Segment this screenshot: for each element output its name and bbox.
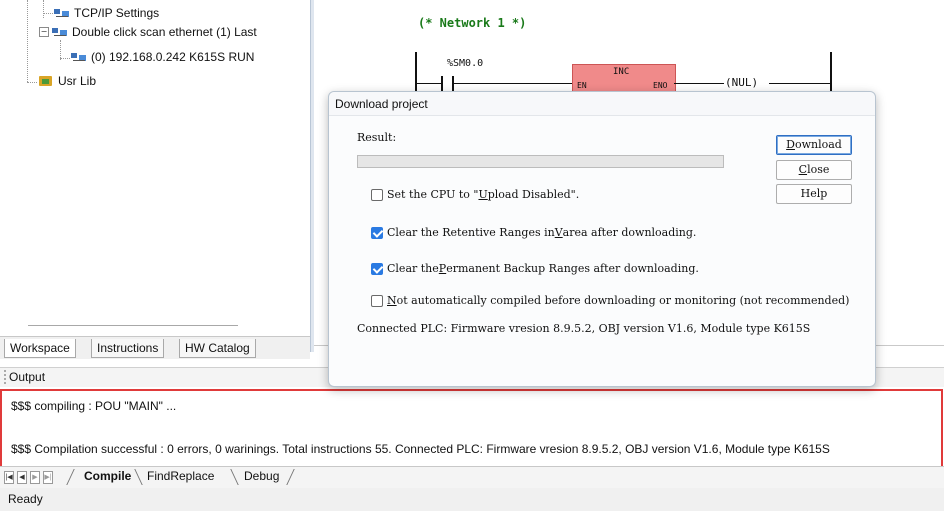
power-rail-left xyxy=(415,52,417,96)
block-eno: ENO xyxy=(653,81,668,90)
tree-item-label: TCP/IP Settings xyxy=(74,6,160,20)
tab-findreplace[interactable]: FindReplace xyxy=(147,469,214,483)
connected-plc-info: Connected PLC: Firmware vresion 8.9.5.2,… xyxy=(357,322,811,335)
coil[interactable]: (NUL) xyxy=(725,76,758,89)
result-label: Result: xyxy=(357,131,397,144)
tree-item-label: Usr Lib xyxy=(58,74,97,88)
inc-block[interactable]: INC EN ENO xyxy=(572,64,676,94)
output-tabbar: |◀ ◀ ▶ ▶| Compile FindReplace Debug xyxy=(0,466,944,488)
network-title: (* Network 1 *) xyxy=(418,16,527,30)
close-button[interactable]: Close xyxy=(776,160,852,180)
collapse-icon[interactable]: − xyxy=(39,27,49,37)
output-title: Output xyxy=(9,370,46,384)
project-tree: TCP/IP Settings − Double click scan ethe… xyxy=(0,0,310,326)
tab-workspace[interactable]: Workspace xyxy=(4,339,76,358)
dialog-title: Download project xyxy=(329,92,875,116)
tree-item-scan-ethernet[interactable]: − Double click scan ethernet (1) Last xyxy=(39,24,257,40)
tree-item-usr-lib[interactable]: Usr Lib xyxy=(38,73,96,89)
network-icon xyxy=(52,26,68,38)
block-en: EN xyxy=(577,81,587,90)
checkbox-upload-disabled[interactable] xyxy=(371,189,383,201)
tree-item-plc[interactable]: (0) 192.168.0.242 K615S RUN xyxy=(71,49,254,65)
library-icon xyxy=(38,75,54,87)
tab-instructions[interactable]: Instructions xyxy=(91,339,165,358)
log-line: $$$ Compilation successful : 0 errors, 0… xyxy=(11,442,830,456)
network-icon xyxy=(71,51,87,63)
tab-hw-catalog[interactable]: HW Catalog xyxy=(179,339,256,358)
log-line: $$$ compiling : POU "MAIN" ... xyxy=(11,399,177,413)
horizontal-scrollbar[interactable] xyxy=(28,325,238,326)
option-upload-disabled[interactable]: Set the CPU to " Upload Disabled". xyxy=(371,187,579,203)
tree-item-label: (0) 192.168.0.242 K615S RUN xyxy=(91,50,255,64)
first-tab-icon[interactable]: |◀ xyxy=(4,471,14,484)
contact-left[interactable] xyxy=(441,76,443,91)
tab-compile[interactable]: Compile xyxy=(84,469,131,483)
status-text: Ready xyxy=(8,492,43,506)
grip-icon[interactable] xyxy=(4,370,8,384)
prev-tab-icon[interactable]: ◀ xyxy=(17,471,27,484)
network-icon xyxy=(54,7,70,19)
option-not-auto-compile[interactable]: Not automatically compiled before downlo… xyxy=(371,293,849,309)
workspace-tabbar: Workspace Instructions HW Catalog xyxy=(0,336,310,359)
status-bar: Ready xyxy=(0,488,944,511)
tree-item-label: Double click scan ethernet (1) Last xyxy=(72,25,257,39)
last-tab-icon[interactable]: ▶| xyxy=(43,471,53,484)
checkbox-clear-permanent[interactable] xyxy=(371,263,383,275)
next-tab-icon[interactable]: ▶ xyxy=(30,471,40,484)
checkbox-not-auto-compile[interactable] xyxy=(371,295,383,307)
option-clear-permanent[interactable]: Clear the Permanent Backup Ranges after … xyxy=(371,261,699,277)
download-dialog: Download project Result: Download Close … xyxy=(328,91,876,387)
tab-debug[interactable]: Debug xyxy=(244,469,279,483)
block-name: INC xyxy=(613,67,630,77)
help-button[interactable]: Help xyxy=(776,184,852,204)
tab-nav-buttons: |◀ ◀ ▶ ▶| xyxy=(4,471,53,484)
tree-item-tcpip[interactable]: TCP/IP Settings xyxy=(54,5,159,21)
progress-bar xyxy=(357,155,724,168)
power-rail-right xyxy=(830,52,832,96)
checkbox-clear-retentive[interactable] xyxy=(371,227,383,239)
output-log: $$$ compiling : POU "MAIN" ... $$$ Compi… xyxy=(0,389,943,468)
download-button[interactable]: Download xyxy=(776,135,852,155)
contact-label: %SM0.0 xyxy=(447,58,484,69)
option-clear-retentive[interactable]: Clear the Retentive Ranges in V area aft… xyxy=(371,225,696,241)
